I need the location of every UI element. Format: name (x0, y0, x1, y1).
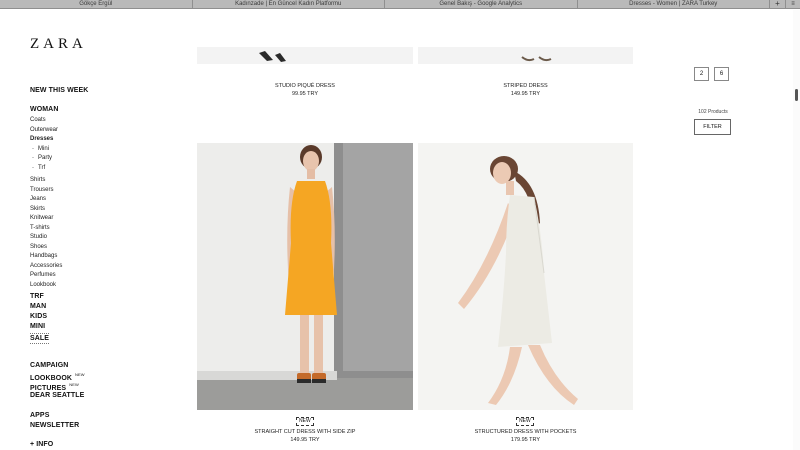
nav-outerwear[interactable]: Outerwear (30, 127, 58, 133)
nav-t-shirts[interactable]: T-shirts (30, 225, 50, 231)
nav-knitwear[interactable]: Knitwear (30, 215, 53, 221)
nav-kids[interactable]: KIDS (30, 313, 47, 320)
product-name[interactable]: STRUCTURED DRESS WITH POCKETS (418, 428, 633, 436)
nav-man[interactable]: MAN (30, 303, 46, 310)
nav-trousers[interactable]: Trousers (30, 187, 53, 193)
nav-mini[interactable]: MINI (30, 323, 45, 330)
nav-sale[interactable]: SALE (30, 333, 50, 344)
nav-sale-label: SALE (30, 333, 50, 344)
nav-new-this-week[interactable]: NEW THIS WEEK (30, 87, 88, 94)
nav-dresses-party-label: Party (38, 155, 53, 161)
nav-studio[interactable]: Studio (30, 234, 47, 240)
tab-menu-icon[interactable]: ≡ (786, 0, 800, 9)
product-count: 102 Products (698, 109, 728, 115)
browser-tab-3[interactable]: Genel Bakış - Google Analytics (385, 0, 578, 9)
product-photo (418, 143, 633, 410)
product-info-structured: STRUCTURED DRESS WITH POCKETS 179.95 TRY (418, 428, 633, 444)
nav-lookbook[interactable]: Lookbook (30, 282, 56, 288)
nav-pictures[interactable]: PICTURESNEW (30, 382, 79, 392)
nav-lookbook-special[interactable]: LOOKBOOKNEW (30, 372, 85, 382)
nav-shoes[interactable]: Shoes (30, 244, 47, 250)
product-image-studio-pique[interactable] (197, 47, 413, 64)
product-name[interactable]: STRAIGHT CUT DRESS WITH SIDE ZIP (197, 428, 413, 436)
product-price: 179.95 TRY (510, 437, 541, 443)
nav-shirts[interactable]: Shirts (30, 177, 45, 183)
product-image-straight-cut[interactable] (197, 143, 413, 410)
scrollbar-thumb[interactable] (795, 89, 798, 101)
browser-tab-strip: Gökçe Ergül Kadınzade | En Güncel Kadın … (0, 0, 800, 9)
new-tag: NEW (75, 372, 85, 377)
view-6-columns-button[interactable]: 6 (714, 67, 729, 81)
nav-dear-seattle[interactable]: DEAR SEATTLE (30, 392, 84, 399)
nav-pictures-label: PICTURES (30, 385, 67, 392)
nav-apps[interactable]: APPS (30, 412, 49, 419)
new-badge: NEW (516, 417, 534, 426)
nav-perfumes[interactable]: Perfumes (30, 272, 56, 278)
new-tag: NEW (69, 382, 79, 387)
browser-tab-1[interactable]: Gökçe Ergül (0, 0, 193, 9)
nav-info[interactable]: + INFO (30, 441, 53, 448)
nav-jeans[interactable]: Jeans (30, 196, 46, 202)
product-info-straight-cut: STRAIGHT CUT DRESS WITH SIDE ZIP 149.95 … (197, 428, 413, 444)
nav-accessories[interactable]: Accessories (30, 263, 62, 269)
nav-lookbook-special-label: LOOKBOOK (30, 375, 73, 382)
product-price: 99.95 TRY (291, 91, 319, 97)
browser-tab-4[interactable]: Dresses - Women | ZARA Turkey (578, 0, 770, 9)
product-name[interactable]: STUDIO PIQUÉ DRESS (197, 82, 413, 90)
nav-skirts[interactable]: Skirts (30, 206, 45, 212)
nav-newsletter[interactable]: NEWSLETTER (30, 422, 79, 429)
product-photo (418, 47, 633, 64)
zara-logo[interactable]: ZARA (30, 36, 87, 53)
product-info-striped: STRIPED DRESS 149.95 TRY (418, 82, 633, 98)
browser-tab-2[interactable]: Kadınzade | En Güncel Kadın Platformu (193, 0, 385, 9)
product-photo (197, 47, 413, 64)
new-tab-button[interactable]: + (770, 0, 786, 9)
scrollbar-track[interactable] (793, 10, 800, 450)
new-badge: NEW (296, 417, 314, 426)
nav-campaign[interactable]: CAMPAIGN (30, 362, 68, 369)
nav-dresses-trf[interactable]: - Trf (30, 165, 45, 171)
product-info-studio-pique: STUDIO PIQUÉ DRESS 99.95 TRY (197, 82, 413, 98)
product-photo (197, 143, 413, 410)
nav-dresses-party[interactable]: - Party (30, 155, 52, 161)
nav-coats[interactable]: Coats (30, 117, 46, 123)
nav-dresses-mini[interactable]: - Mini (30, 146, 49, 152)
nav-woman[interactable]: WOMAN (30, 106, 59, 113)
product-image-structured[interactable] (418, 143, 633, 410)
nav-dresses[interactable]: Dresses (30, 136, 53, 142)
nav-trf[interactable]: TRF (30, 293, 44, 300)
product-name[interactable]: STRIPED DRESS (418, 82, 633, 90)
view-2-columns-button[interactable]: 2 (694, 67, 709, 81)
product-image-striped[interactable] (418, 47, 633, 64)
nav-dresses-trf-label: Trf (38, 164, 46, 171)
nav-handbags[interactable]: Handbags (30, 253, 57, 259)
product-price: 149.95 TRY (290, 437, 320, 443)
nav-dresses-mini-label: Mini (38, 145, 50, 152)
product-price: 149.95 TRY (510, 91, 541, 97)
filter-button[interactable]: FILTER (694, 119, 731, 135)
